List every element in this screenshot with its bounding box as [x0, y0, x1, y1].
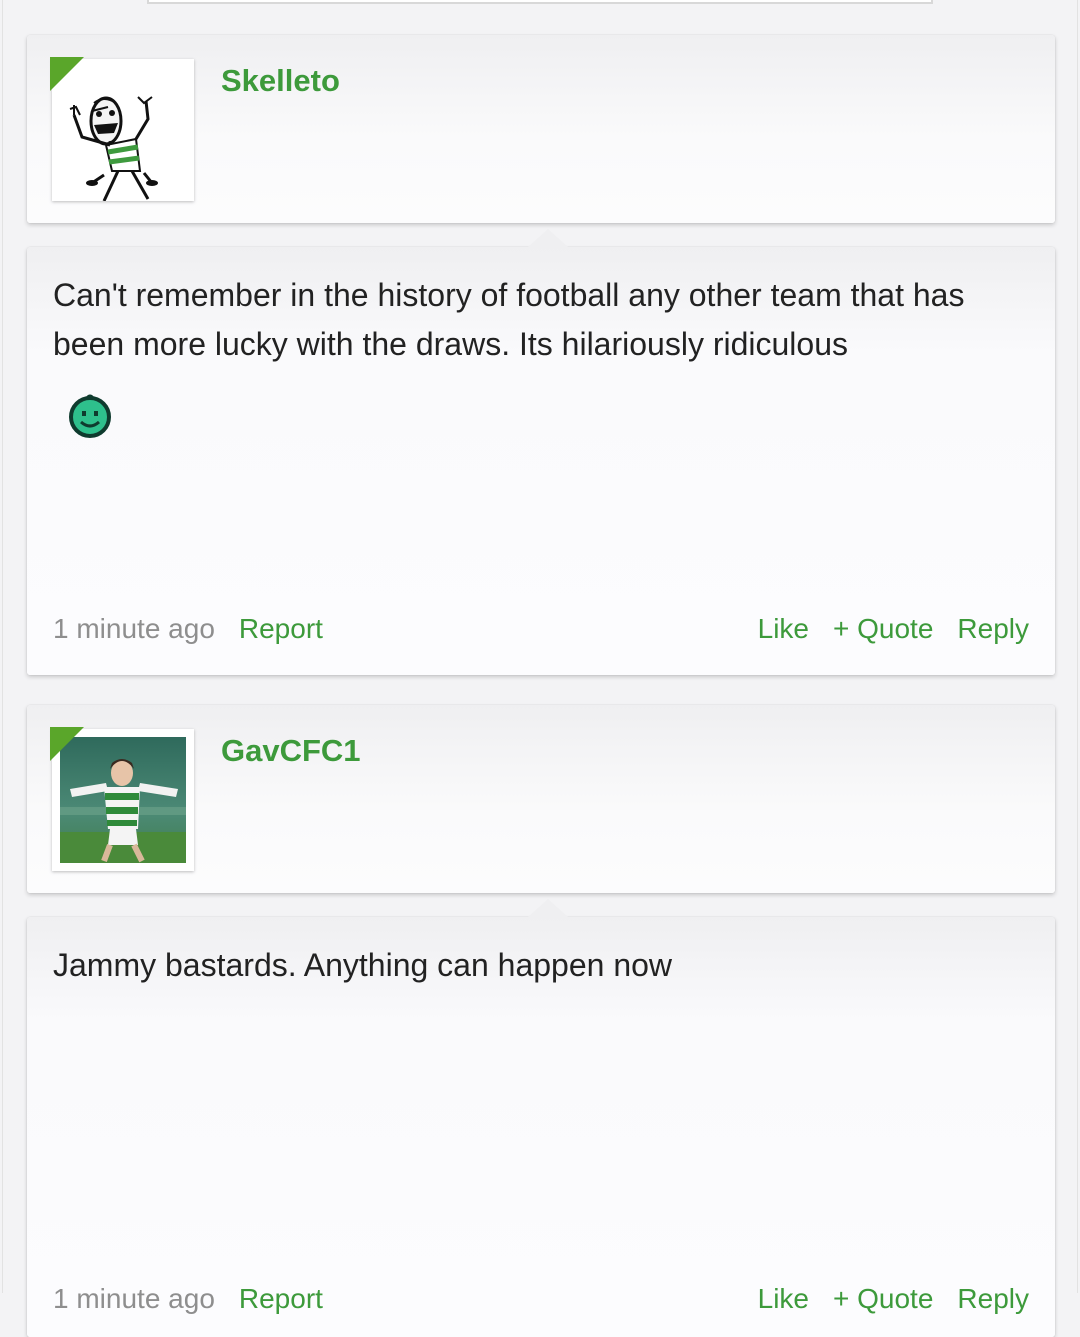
- like-button[interactable]: Like: [758, 613, 809, 644]
- like-button[interactable]: Like: [758, 1283, 809, 1314]
- avatar[interactable]: [50, 727, 194, 871]
- previous-element-edge: [147, 0, 933, 4]
- reply-button[interactable]: Reply: [957, 1283, 1029, 1314]
- corner-flag-icon: [50, 57, 84, 91]
- avatar[interactable]: [50, 57, 194, 202]
- speech-pointer: [528, 229, 568, 247]
- reply-button[interactable]: Reply: [957, 613, 1029, 644]
- right-border: [1077, 0, 1078, 1293]
- quote-button[interactable]: + Quote: [833, 1283, 933, 1314]
- post-header-gavcfc1: GavCFC1: [27, 705, 1055, 893]
- post-text: Can't remember in the history of footbal…: [53, 277, 965, 362]
- report-link[interactable]: Report: [239, 1283, 323, 1314]
- quote-button[interactable]: + Quote: [833, 613, 933, 644]
- green-smiley-icon: [69, 394, 111, 438]
- left-border: [2, 0, 3, 1293]
- corner-flag-icon: [50, 727, 84, 761]
- post-timestamp: 1 minute ago: [53, 1283, 215, 1314]
- speech-pointer: [528, 899, 568, 917]
- post-header-skelleto: Skelleto: [27, 35, 1055, 223]
- report-link[interactable]: Report: [239, 613, 323, 644]
- post-body-skelleto: Can't remember in the history of footbal…: [27, 229, 1055, 675]
- username[interactable]: Skelleto: [221, 63, 340, 99]
- post-timestamp: 1 minute ago: [53, 613, 215, 644]
- username[interactable]: GavCFC1: [221, 733, 361, 769]
- post-text: Jammy bastards. Anything can happen now: [53, 947, 673, 983]
- post-body-gavcfc1: Jammy bastards. Anything can happen now …: [27, 899, 1055, 1337]
